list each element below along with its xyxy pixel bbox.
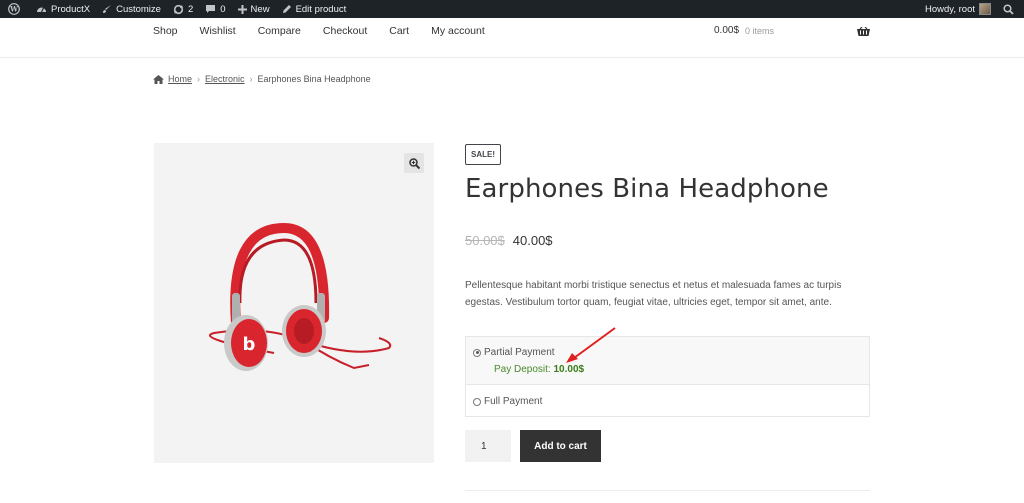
breadcrumb-current: Earphones Bina Headphone (257, 74, 371, 84)
nav-item-shop[interactable]: Shop (153, 25, 178, 37)
product-title: Earphones Bina Headphone (465, 174, 829, 204)
breadcrumb: Home › Electronic › Earphones Bina Headp… (153, 74, 371, 84)
sale-badge: SALE! (465, 144, 501, 165)
full-payment-option[interactable]: Full Payment (473, 396, 542, 407)
nav-item-wishlist[interactable]: Wishlist (200, 25, 236, 37)
nav-item-compare[interactable]: Compare (258, 25, 301, 37)
account-menu[interactable]: Howdy, root (919, 0, 997, 18)
sale-price: 40.00$ (512, 233, 553, 248)
comments-button[interactable]: 0 (199, 0, 231, 18)
plus-icon (237, 4, 247, 14)
breadcrumb-separator: › (197, 74, 201, 84)
headphone-illustration: b (209, 222, 392, 371)
divider (465, 490, 870, 491)
product-image[interactable]: b (154, 143, 434, 463)
updates-count: 2 (187, 3, 194, 15)
annotation-arrow (566, 327, 616, 363)
brush-icon (103, 5, 112, 13)
svg-text:W: W (9, 5, 18, 14)
quantity-input[interactable]: 1 (465, 430, 511, 462)
new-label: New (250, 3, 270, 15)
updates-icon (173, 4, 184, 14)
wordpress-logo-button[interactable]: W (2, 0, 30, 18)
avatar (979, 3, 991, 15)
add-to-cart-button[interactable]: Add to cart (520, 430, 601, 462)
admin-search-button[interactable] (997, 0, 1024, 18)
regular-price: 50.00$ (465, 233, 505, 248)
edit-product-button[interactable]: Edit product (276, 0, 353, 18)
partial-payment-option[interactable]: Partial Payment Pay Deposit: 10.00$ (466, 337, 869, 385)
home-icon (153, 74, 164, 84)
basket-icon[interactable] (857, 25, 870, 43)
primary-navigation: Shop Wishlist Compare Checkout Cart My a… (153, 25, 507, 37)
breadcrumb-separator: › (249, 74, 253, 84)
new-button[interactable]: New (232, 0, 276, 18)
partial-payment-label: Partial Payment (484, 347, 555, 358)
edit-product-label: Edit product (295, 3, 347, 15)
pencil-icon (282, 5, 291, 13)
howdy-text: Howdy, root (925, 3, 975, 15)
pay-deposit-amount: 10.00$ (553, 364, 585, 375)
updates-button[interactable]: 2 (167, 0, 199, 18)
full-payment-label: Full Payment (484, 396, 543, 407)
nav-item-cart[interactable]: Cart (389, 25, 409, 37)
wordpress-icon: W (8, 3, 20, 15)
pay-deposit-label: Pay Deposit: (494, 364, 551, 375)
dashboard-icon (37, 7, 46, 13)
site-header: Shop Wishlist Compare Checkout Cart My a… (0, 18, 1024, 58)
svg-text:b: b (243, 334, 256, 355)
cart-count: 0 items (745, 25, 775, 36)
deposit-options: Partial Payment Pay Deposit: 10.00$ Full… (465, 336, 870, 417)
product-price: 50.00$ 40.00$ (465, 233, 553, 248)
nav-item-my-account[interactable]: My account (431, 25, 485, 37)
customize-button[interactable]: Customize (96, 0, 167, 18)
full-payment-radio[interactable] (473, 397, 481, 406)
breadcrumb-home[interactable]: Home (168, 74, 192, 84)
breadcrumb-category[interactable]: Electronic (205, 74, 245, 84)
mini-cart[interactable]: 0.00$ 0 items (714, 25, 774, 36)
comment-icon (206, 5, 216, 13)
partial-payment-row[interactable]: Partial Payment (473, 347, 555, 358)
cart-total: 0.00$ (714, 25, 740, 36)
product-short-description: Pellentesque habitant morbi tristique se… (465, 280, 842, 308)
nav-item-checkout[interactable]: Checkout (323, 25, 367, 37)
search-icon (1003, 3, 1014, 15)
pay-deposit-text: Pay Deposit: 10.00$ (494, 364, 584, 375)
comments-count: 0 (220, 3, 226, 15)
site-name-button[interactable]: ProductX (30, 0, 96, 18)
customize-label: Customize (116, 3, 161, 15)
partial-payment-radio[interactable] (473, 348, 481, 357)
admin-bar: W ProductX Customize 2 0 New Edit produc… (0, 0, 1024, 18)
site-name: ProductX (51, 3, 91, 15)
